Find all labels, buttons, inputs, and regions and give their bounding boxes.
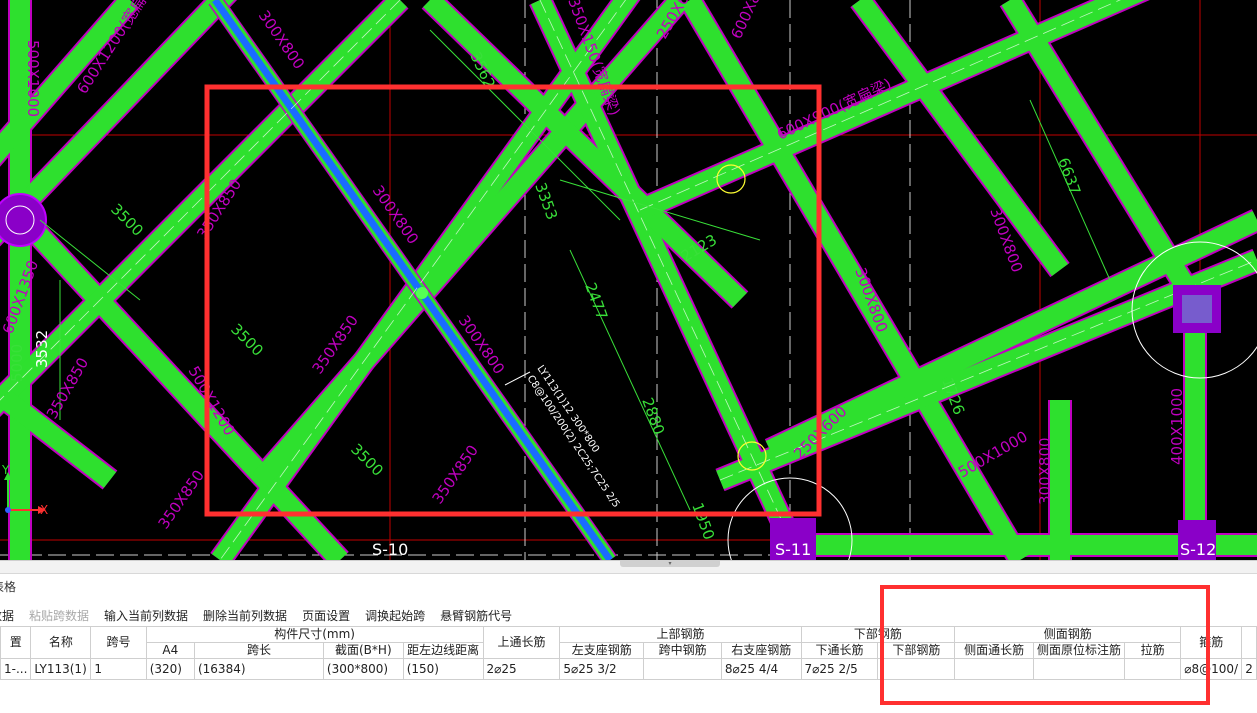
cell-section[interactable]: (300*800) xyxy=(322,658,404,680)
col-bottom-bar[interactable]: 下部钢筋 xyxy=(877,642,956,659)
col-bottom-through[interactable]: 下通长筋 xyxy=(800,642,879,659)
rebar-table-panel: 表格 数据粘贴跨数据输入当前列数据删除当前列数据页面设置调换起始跨悬臂钢筋代号 … xyxy=(0,574,1257,713)
cell-position[interactable]: 1-... xyxy=(0,658,32,680)
axis-label-s11: S-11 xyxy=(775,540,811,559)
col-right-support[interactable]: 右支座钢筋 xyxy=(720,642,802,659)
cell-name[interactable]: LY113(1) xyxy=(30,658,92,680)
cell-extra[interactable]: 2 xyxy=(1241,658,1257,680)
col-left-support[interactable]: 左支座钢筋 xyxy=(559,642,645,659)
beam-label: 400X1000 xyxy=(1168,388,1186,465)
cell-side-through[interactable] xyxy=(954,658,1035,680)
col-a4[interactable]: A4 xyxy=(145,642,195,659)
cell-top-through[interactable]: 2⌀25 xyxy=(482,658,561,680)
cell-bottom-through[interactable]: 7⌀25 2/5 xyxy=(800,658,879,680)
toolbar-button-2[interactable]: 输入当前列数据 xyxy=(104,607,188,624)
col-top-through[interactable]: 上通长筋 xyxy=(482,626,561,659)
toolbar-button-4[interactable]: 页面设置 xyxy=(302,607,350,624)
col-dist[interactable]: 距左边线距离 xyxy=(402,642,484,659)
cell-left-support[interactable]: 5⌀25 3/2 xyxy=(559,658,645,680)
beam-label-group: 500X1000 600X1200(宽扁梁) 300X800 350X150(宽… xyxy=(0,0,1186,481)
cell-dist[interactable]: (150) xyxy=(402,658,484,680)
col-extra xyxy=(1241,626,1257,659)
cell-right-support[interactable]: 8⌀25 4/4 xyxy=(720,658,802,680)
ucs-x-label: X xyxy=(40,503,48,517)
panel-splitter[interactable]: ▾ xyxy=(0,560,1257,574)
col-group-bottom: 下部钢筋 xyxy=(800,626,956,643)
dimension-text: 3500 xyxy=(347,440,387,480)
cell-tie-bar[interactable] xyxy=(1124,658,1182,680)
annotation-line-2: C8@100/200(2) 2C25;7C25 2/5 xyxy=(525,374,622,510)
col-group-size: 构件尺寸(mm) xyxy=(145,626,484,643)
ucs-y-label: Y xyxy=(1,463,10,477)
col-section[interactable]: 截面(B*H) xyxy=(322,642,404,659)
toolbar-button-1[interactable]: 粘贴跨数据 xyxy=(29,607,89,624)
dimension-text: 3500 xyxy=(107,200,147,240)
cell-mid-span[interactable] xyxy=(643,658,722,680)
toolbar-button-6[interactable]: 悬臂钢筋代号 xyxy=(440,607,512,624)
beam-label-350x850-c: 350X850 xyxy=(155,467,208,533)
table-toolbar: 数据粘贴跨数据输入当前列数据删除当前列数据页面设置调换起始跨悬臂钢筋代号 xyxy=(0,604,527,626)
toolbar-button-3[interactable]: 删除当前列数据 xyxy=(203,607,287,624)
axis-label-s10: S-10 xyxy=(372,540,408,559)
axis-label-s12: S-12 xyxy=(1180,540,1216,559)
col-position[interactable]: 置 xyxy=(0,626,32,659)
cell-side-inplace[interactable] xyxy=(1033,658,1126,680)
col-name[interactable]: 名称 xyxy=(30,626,92,659)
cell-bottom-bar[interactable] xyxy=(877,658,956,680)
dimension-text: 3532 xyxy=(33,330,51,368)
col-span-len[interactable]: 跨长 xyxy=(193,642,324,659)
cad-drawing[interactable]: 500X1000 600X1200(宽扁梁) 300X800 350X150(宽… xyxy=(0,0,1257,560)
col-span-no[interactable]: 跨号 xyxy=(90,626,147,659)
dimension-text: 3353 xyxy=(531,180,561,222)
cell-span-no[interactable]: 1 xyxy=(90,658,147,680)
cell-a4[interactable]: (320) xyxy=(145,658,195,680)
dimension-text: 3500 xyxy=(227,320,267,360)
col-mid-span[interactable]: 跨中钢筋 xyxy=(643,642,722,659)
dimension-text: 5000 xyxy=(8,344,26,382)
beam-label: 600X800 xyxy=(727,0,772,42)
dimension-text: 2477 xyxy=(581,280,611,322)
cad-viewport[interactable]: 500X1000 600X1200(宽扁梁) 300X800 350X150(宽… xyxy=(0,0,1257,560)
collapse-grip-icon[interactable]: ▾ xyxy=(620,561,720,567)
col-side-through[interactable]: 侧面通长筋 xyxy=(954,642,1035,659)
toolbar-button-0[interactable]: 数据 xyxy=(0,607,14,624)
col-group-top: 上部钢筋 xyxy=(559,626,802,643)
col-tie-bar[interactable]: 拉筋 xyxy=(1124,642,1182,659)
beam-label: 500X1000 xyxy=(24,40,42,117)
dimension-text: 2880 xyxy=(638,395,668,437)
table-row[interactable]: 1-... LY113(1) 1 (320) (16384) (300*800)… xyxy=(0,658,1257,680)
beam-label-350x850-b: 350X850 xyxy=(429,442,482,508)
beam-label-300x800-e: 300X800 xyxy=(1036,437,1054,505)
cell-span-len[interactable]: (16384) xyxy=(193,658,324,680)
rebar-grid[interactable]: 置 名称 跨号 构件尺寸(mm) 上通长筋 上部钢筋 下部钢筋 侧面钢筋 箍筋 … xyxy=(0,626,1257,680)
dimension-text: 6637 xyxy=(1054,155,1084,197)
toolbar-button-5[interactable]: 调换起始跨 xyxy=(365,607,425,624)
cell-stirrup[interactable]: ⌀8@100/ xyxy=(1180,658,1243,680)
col-stirrup[interactable]: 箍筋 xyxy=(1180,626,1243,659)
dimension-text: 1950 xyxy=(688,500,718,542)
col-group-side: 侧面钢筋 xyxy=(954,626,1182,643)
panel-title: 表格 xyxy=(0,580,17,594)
col-side-inplace[interactable]: 侧面原位标注筋 xyxy=(1033,642,1126,659)
